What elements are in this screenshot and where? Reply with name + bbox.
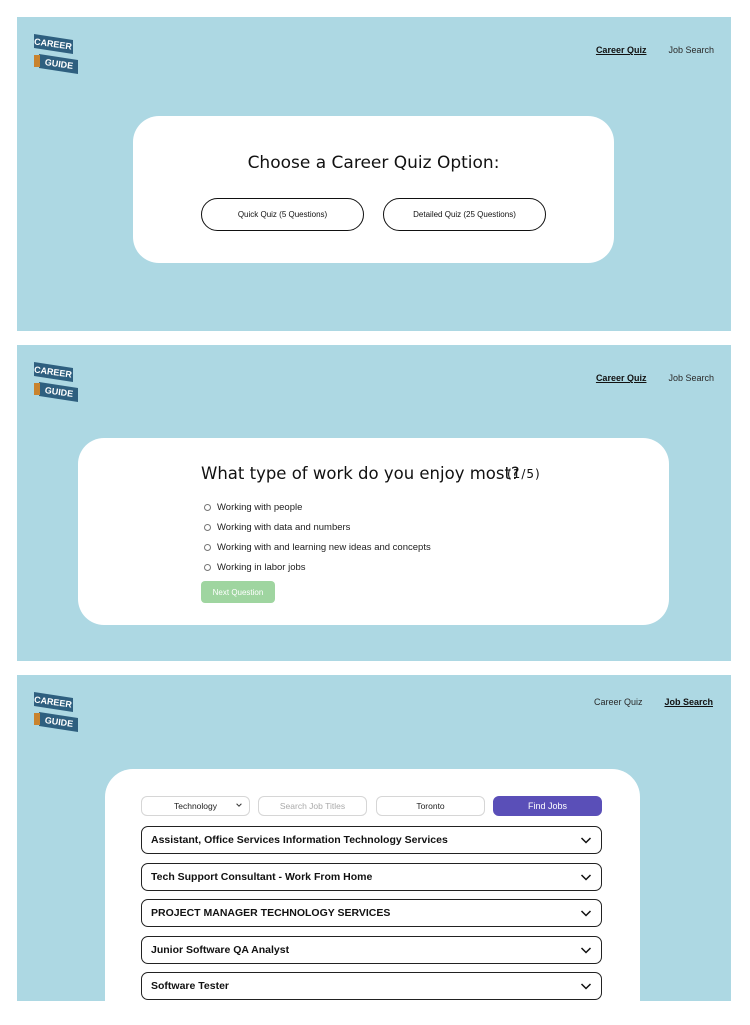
chevron-down-icon <box>236 803 242 807</box>
nav-career-quiz[interactable]: Career Quiz <box>594 697 643 707</box>
job-title-search-input[interactable]: Search Job Titles <box>258 796 367 816</box>
chevron-down-icon[interactable] <box>580 946 592 955</box>
answer-options: Working with people Working with data an… <box>204 497 431 577</box>
quiz-question-screen: CAREER GUIDE Career Quiz Job Search What… <box>17 345 731 661</box>
radio-icon[interactable] <box>204 563 211 571</box>
quiz-option-card: Choose a Career Quiz Option: Quick Quiz … <box>133 116 614 263</box>
nav-career-quiz[interactable]: Career Quiz <box>596 45 647 55</box>
job-title: Junior Software QA Analyst <box>151 943 290 956</box>
quiz-options-screen: CAREER GUIDE Career Quiz Job Search Choo… <box>17 17 731 331</box>
quiz-option-title: Choose a Career Quiz Option: <box>247 153 500 173</box>
job-search-card: Technology Search Job Titles Toronto Fin… <box>105 769 640 1001</box>
detailed-quiz-button[interactable]: Detailed Quiz (25 Questions) <box>383 198 546 231</box>
next-question-button[interactable]: Next Question <box>201 581 275 603</box>
job-title: PROJECT MANAGER TECHNOLOGY SERVICES <box>151 907 391 919</box>
answer-option[interactable]: Working with data and numbers <box>204 517 431 537</box>
nav-career-quiz[interactable]: Career Quiz <box>596 373 647 383</box>
answer-option[interactable]: Working with and learning new ideas and … <box>204 537 431 557</box>
top-nav: Career Quiz Job Search <box>594 697 713 707</box>
answer-option[interactable]: Working with people <box>204 497 431 517</box>
job-result-item[interactable]: Tech Support Consultant - Work From Home <box>141 862 602 891</box>
nav-job-search[interactable]: Job Search <box>664 697 713 707</box>
chevron-down-icon[interactable] <box>580 873 592 882</box>
career-guide-logo[interactable]: CAREER GUIDE <box>33 690 79 734</box>
answer-option-label: Working with and learning new ideas and … <box>217 541 431 553</box>
radio-icon[interactable] <box>204 503 211 511</box>
chevron-down-icon[interactable] <box>580 909 592 918</box>
job-title: Assistant, Office Services Information T… <box>151 834 448 846</box>
question-card: What type of work do you enjoy most? (1/… <box>78 438 669 625</box>
career-guide-logo[interactable]: CAREER GUIDE <box>33 360 79 404</box>
top-nav: Career Quiz Job Search <box>596 373 714 383</box>
answer-option-label: Working with people <box>217 501 303 513</box>
category-select-value: Technology <box>173 801 217 811</box>
question-title: What type of work do you enjoy most? <box>201 464 520 483</box>
radio-icon[interactable] <box>204 543 211 551</box>
question-progress: (1/5) <box>507 467 541 481</box>
job-results-list: Assistant, Office Services Information T… <box>141 826 602 1001</box>
job-result-item[interactable]: Junior Software QA Analyst <box>141 935 602 964</box>
location-input[interactable]: Toronto <box>376 796 485 816</box>
category-select[interactable]: Technology <box>141 796 250 816</box>
job-search-screen: CAREER GUIDE Career Quiz Job Search Tech… <box>17 675 731 1001</box>
job-result-item[interactable]: PROJECT MANAGER TECHNOLOGY SERVICES <box>141 899 602 927</box>
job-title: Tech Support Consultant - Work From Home <box>151 870 373 883</box>
job-result-item[interactable]: Assistant, Office Services Information T… <box>141 826 602 854</box>
nav-job-search[interactable]: Job Search <box>668 373 714 383</box>
career-guide-logo[interactable]: CAREER GUIDE <box>33 32 79 76</box>
nav-job-search[interactable]: Job Search <box>668 45 714 55</box>
answer-option[interactable]: Working in labor jobs <box>204 557 431 577</box>
chevron-down-icon[interactable] <box>580 982 592 991</box>
chevron-down-icon[interactable] <box>580 836 592 845</box>
answer-option-label: Working in labor jobs <box>217 561 306 573</box>
job-title: Software Tester <box>151 980 229 992</box>
quick-quiz-button[interactable]: Quick Quiz (5 Questions) <box>201 198 364 231</box>
top-nav: Career Quiz Job Search <box>596 45 714 55</box>
job-result-item[interactable]: Software Tester <box>141 972 602 1000</box>
answer-option-label: Working with data and numbers <box>217 521 351 533</box>
find-jobs-button[interactable]: Find Jobs <box>493 796 602 816</box>
radio-icon[interactable] <box>204 523 211 531</box>
